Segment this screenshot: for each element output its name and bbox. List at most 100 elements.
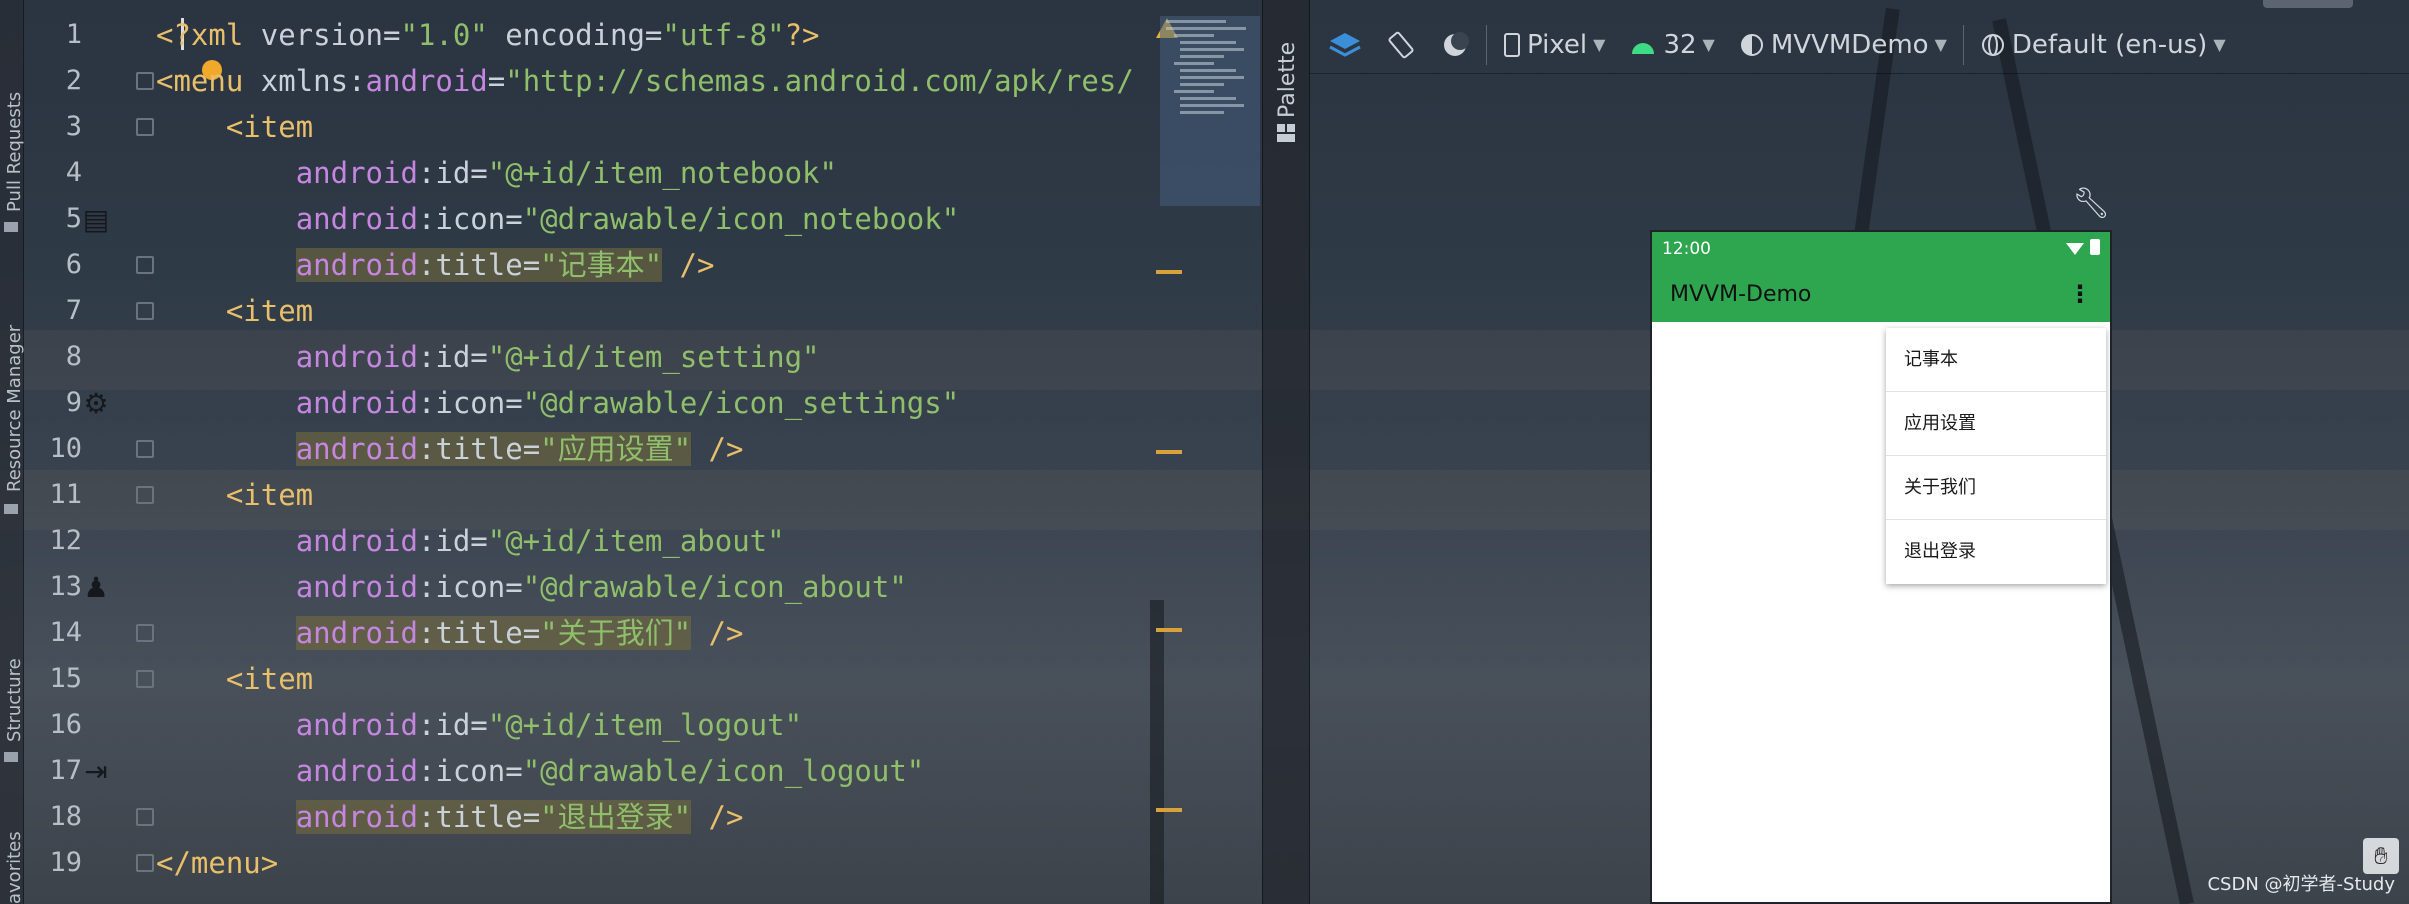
code-tokens: android:title="关于我们" [295,616,692,650]
code-token: : [417,386,436,420]
code-token: = [470,156,488,190]
code-token: icon [435,754,506,788]
line-number: 6 [65,249,82,280]
locale-label: Default (en-us) [2011,29,2208,60]
code-line[interactable]: <item [156,472,1186,518]
menu-item-notebook[interactable]: 记事本 [1886,328,2106,392]
code-area[interactable]: <?xml version="1.0" encoding="utf-8"?> <m… [156,12,1186,886]
code-token: : [417,754,436,788]
design-surface-button[interactable] [1320,23,1370,67]
theme-selector[interactable]: MVVMDemo ▼ [1731,23,1955,67]
window-control-button[interactable] [2263,0,2353,8]
code-line[interactable]: <menu xmlns:android="http://schemas.andr… [156,58,1186,104]
orientation-button[interactable] [1378,23,1424,67]
code-line[interactable]: android:id="@+id/item_setting" [156,334,1186,380]
menu-item-logout[interactable]: 退出登录 [1886,520,2106,584]
code-token: "@drawable/icon_about" [522,570,907,604]
code-line[interactable]: android:id="@+id/item_logout" [156,702,1186,748]
code-line[interactable]: </menu> [156,840,1186,886]
code-token: = [522,248,541,282]
wifi-icon [2066,242,2084,255]
fold-marker-icon[interactable] [136,624,154,642]
code-editor[interactable]: 1 2 3 4 5 ▤ 6 7 8 9 ⚙ 10 11 12 13 ♟ 14 15 16 17 ⇥ 18 19 <?xml … [24,0,1182,904]
code-tokens: </menu> [156,846,278,880]
palette-icon[interactable] [1275,122,1299,144]
code-token: android [295,524,418,558]
notebook-icon[interactable]: ▤ [78,201,114,237]
device-selector[interactable]: Pixel ▼ [1495,23,1613,67]
fold-marker-icon[interactable] [136,854,154,872]
code-line[interactable]: android:title="记事本" /> [156,242,1186,288]
code-line[interactable]: android:id="@+id/item_about" [156,518,1186,564]
code-token: xmlns [260,64,349,98]
line-number: 15 [49,663,82,694]
palette-tab[interactable]: Palette [1275,42,1300,118]
code-tokens: <item [226,110,313,144]
code-token: "@+id/item_notebook" [487,156,837,190]
code-token: "@+id/item_about" [487,524,785,558]
code-line[interactable]: android:icon="@drawable/icon_notebook" [156,196,1186,242]
code-line[interactable]: android:title="退出登录" /> [156,794,1186,840]
battery-icon [2090,238,2100,255]
fold-marker-icon[interactable] [136,72,154,90]
inspection-marker[interactable] [1156,808,1182,812]
api-level-selector[interactable]: 32 ▼ [1621,23,1722,67]
code-line[interactable]: <?xml version="1.0" encoding="utf-8"?> [156,12,1186,58]
code-line[interactable]: <item [156,104,1186,150]
code-line[interactable]: <item [156,288,1186,334]
locale-selector[interactable]: Default (en-us) ▼ [1972,23,2234,67]
code-token: = [470,708,488,742]
about-icon[interactable]: ♟ [78,569,114,605]
code-line[interactable]: android:title="应用设置" /> [156,426,1186,472]
wrench-icon[interactable]: 🔧︎ [2072,186,2110,221]
code-token: /> [662,248,715,282]
code-tokens: android:icon="@drawable/icon_logout" [296,754,925,788]
menu-item-about[interactable]: 关于我们 [1886,456,2106,520]
pan-hand-icon[interactable]: ✋︎ [2363,838,2399,874]
resource-manager-tab[interactable]: Resource Manager [4,325,25,492]
logout-icon[interactable]: ⇥ [78,753,114,789]
fold-marker-icon[interactable] [136,670,154,688]
code-token: android [295,386,418,420]
code-token: <item [225,478,314,512]
code-line[interactable]: android:icon="@drawable/icon_logout" [156,748,1186,794]
left-tool-strip: Pull Requests Resource Manager Structure… [0,0,25,904]
code-line[interactable]: android:id="@+id/item_notebook" [156,150,1186,196]
code-tokens: android:icon="@drawable/icon_notebook" [296,202,960,236]
code-line[interactable]: android:icon="@drawable/icon_settings" [156,380,1186,426]
inspection-marker[interactable] [1156,628,1182,632]
globe-icon [1981,33,2004,56]
layers-icon [1329,32,1361,57]
favorites-tab[interactable]: avorites [4,831,25,904]
code-line[interactable]: android:icon="@drawable/icon_about" [156,564,1186,610]
status-time: 12:00 [1662,239,1711,259]
fold-marker-icon[interactable] [136,302,154,320]
fold-marker-icon[interactable] [136,256,154,274]
night-mode-button[interactable] [1432,23,1478,67]
code-token: android [295,800,418,834]
phone-preview[interactable]: 12:00 MVVM-Demo ⋮ 记事本 应用设置 关于我们 退出登录 [1650,230,2112,904]
code-token: = [644,18,663,52]
overflow-menu-icon[interactable]: ⋮ [2068,280,2092,308]
code-token: "应用设置" [540,432,692,466]
chevron-down-icon: ▼ [1934,35,1947,54]
code-line[interactable]: <item [156,656,1186,702]
fold-marker-icon[interactable] [136,118,154,136]
menu-item-settings[interactable]: 应用设置 [1886,392,2106,456]
structure-tab[interactable]: Structure [4,658,25,742]
code-line[interactable]: android:title="关于我们" /> [156,610,1186,656]
settings-icon[interactable]: ⚙ [78,385,114,421]
inspection-marker[interactable] [1156,270,1182,274]
code-token: icon [435,202,506,236]
code-minimap[interactable] [1160,16,1260,206]
chevron-down-icon: ▼ [1702,35,1715,54]
fold-marker-icon[interactable] [136,486,154,504]
fold-marker-icon[interactable] [136,440,154,458]
fold-marker-icon[interactable] [136,808,154,826]
pull-requests-tab[interactable]: Pull Requests [4,92,25,212]
inspection-marker[interactable] [1156,450,1182,454]
